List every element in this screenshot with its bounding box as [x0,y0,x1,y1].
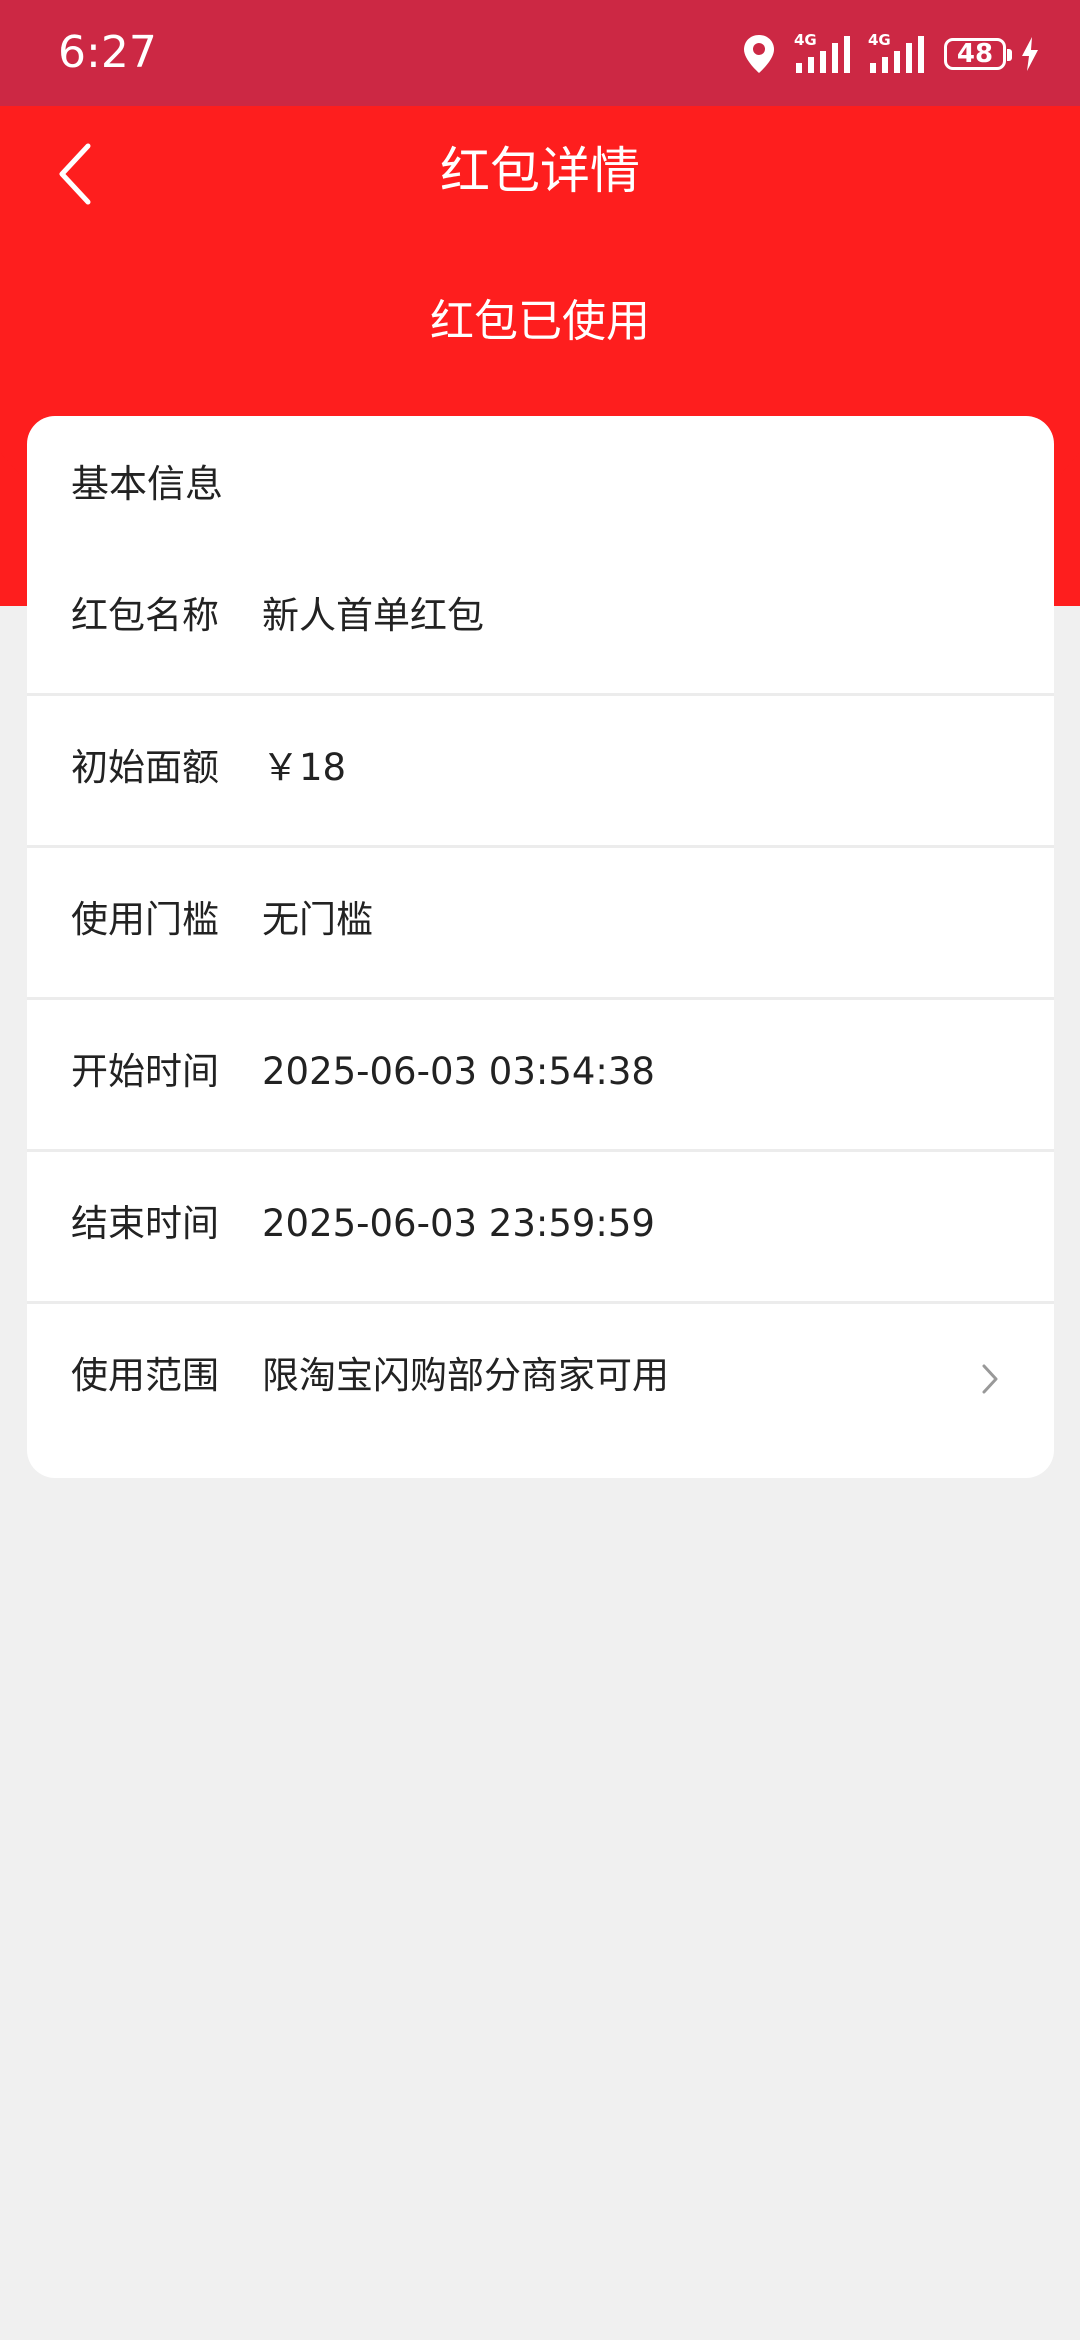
row-label: 结束时间 [71,1202,219,1245]
chevron-right-icon [982,1364,998,1394]
row-value: ￥18 [262,746,347,789]
info-row-scope[interactable]: 使用范围 限淘宝闪购部分商家可用 [27,1304,1054,1456]
row-value: 无门槛 [262,898,373,941]
row-value: 新人首单红包 [262,594,484,637]
row-label: 初始面额 [71,746,219,789]
info-row-end-time: 结束时间 2025-06-03 23:59:59 [27,1152,1054,1304]
signal-icon: 4G [868,31,930,75]
charging-icon [1020,36,1040,72]
status-time: 6:27 [58,27,157,78]
status-icons: 4G 4G 48 [742,30,1040,78]
signal-icon: 4G [794,31,856,75]
info-list: 红包名称 新人首单红包 初始面额 ￥18 使用门槛 无门槛 开始时间 2025-… [27,544,1054,1456]
status-bar: 6:27 4G 4G 48 [0,0,1080,106]
row-label: 使用门槛 [71,898,219,941]
page-title: 红包详情 [440,142,640,200]
row-value: 2025-06-03 03:54:38 [262,1050,655,1093]
basic-info-card: 基本信息 红包名称 新人首单红包 初始面额 ￥18 使用门槛 无门槛 开始时间 … [27,416,1054,1478]
row-label: 开始时间 [71,1050,219,1093]
location-icon [742,33,776,75]
battery-icon: 48 [944,38,1012,70]
card-title: 基本信息 [71,462,224,506]
info-row-name: 红包名称 新人首单红包 [27,544,1054,696]
row-label: 使用范围 [71,1354,219,1397]
info-row-threshold: 使用门槛 无门槛 [27,848,1054,1000]
redpacket-status: 红包已使用 [430,296,650,347]
row-value: 限淘宝闪购部分商家可用 [262,1354,669,1397]
row-value: 2025-06-03 23:59:59 [262,1202,655,1245]
row-label: 红包名称 [71,594,219,637]
info-row-start-time: 开始时间 2025-06-03 03:54:38 [27,1000,1054,1152]
info-row-amount: 初始面额 ￥18 [27,696,1054,848]
